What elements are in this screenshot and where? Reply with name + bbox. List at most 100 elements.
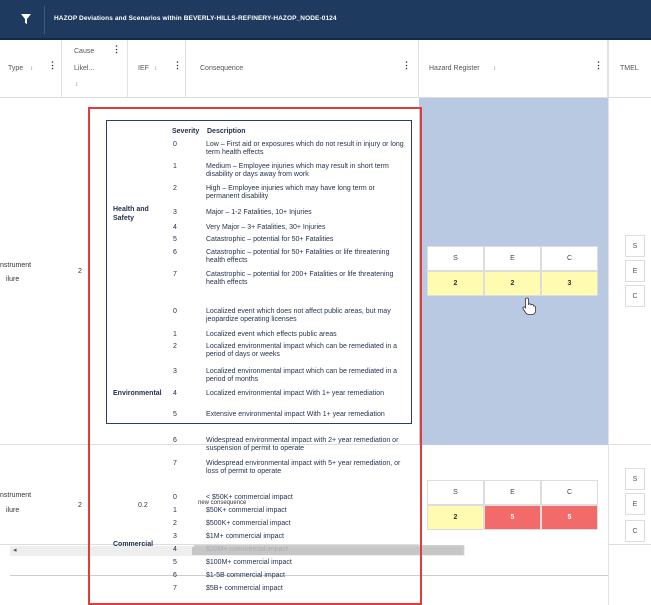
kebab-menu-icon[interactable]: ⋮ — [112, 45, 121, 54]
severity-level: 0 — [173, 308, 177, 315]
severity-description: Catastrophic – potential for 50+ Fatalit… — [206, 249, 390, 264]
tmel-c[interactable]: C — [625, 285, 645, 307]
col-type-label: Type — [8, 65, 24, 72]
type-cell: ilure — [6, 276, 20, 283]
new-consequence-label[interactable]: new consequence — [198, 500, 247, 506]
severity-description: $500K+ commercial impact — [206, 520, 291, 527]
severity-level: 1 — [173, 331, 177, 338]
severity-description: Major – 1-2 Fatalities, 10+ Injuries — [206, 209, 312, 216]
tmel-e[interactable]: E — [625, 493, 645, 515]
tmel-s[interactable]: S — [625, 235, 645, 257]
col-hazard-register-label: Hazard Register — [429, 65, 480, 72]
likelihood-cell: 2 — [78, 502, 82, 509]
row-highlight — [194, 545, 464, 555]
severity-header: Severity — [172, 128, 200, 135]
tmel-c[interactable]: C — [625, 520, 645, 542]
col-likelihood-label: Likel... — [74, 65, 95, 72]
col-ief-label: IEF — [138, 65, 149, 72]
severity-description: Localized event which effects public are… — [206, 331, 337, 338]
type-cell: ilure — [6, 507, 20, 514]
sort-icon[interactable]: ↕ — [493, 66, 496, 72]
severity-description: $50K+ commercial impact — [206, 507, 287, 514]
severity-description: Very Major – 3+ Fatalities, 30+ Injuries — [206, 224, 326, 231]
severity-description: $100M+ commercial impact — [206, 559, 292, 566]
col-hazard-register[interactable]: Hazard Register ↕ ⋮ — [419, 40, 608, 98]
severity-description: Low – First aid or exposures which do no… — [206, 141, 404, 156]
severity-description: $1-5B commercial impact — [206, 572, 285, 579]
hand-cursor-icon — [522, 297, 536, 315]
severity-level: 5 — [173, 236, 177, 243]
hazard-header-c: C — [541, 480, 598, 505]
hazard-value-s[interactable]: 2 — [427, 505, 484, 530]
hazard-matrix[interactable]: S E C 2 5 5 — [427, 480, 598, 530]
col-cause-likelihood[interactable]: Cause ⋮ Likel... ↕ — [62, 40, 128, 98]
severity-description: Localized environmental impact With 1+ y… — [206, 390, 385, 397]
severity-description: Extensive environmental impact With 1+ y… — [206, 411, 385, 418]
hazard-header-c: C — [541, 246, 598, 271]
col-type[interactable]: Type ↕ ⋮ — [0, 40, 62, 98]
severity-level: 4 — [173, 390, 177, 397]
severity-level: 7 — [173, 271, 177, 278]
kebab-menu-icon[interactable]: ⋮ — [594, 61, 603, 70]
severity-level: 3 — [173, 368, 177, 375]
sort-icon[interactable]: ↕ — [75, 82, 78, 88]
severity-level: 1 — [173, 507, 177, 514]
hazard-value-s[interactable]: 2 — [427, 271, 484, 296]
category-commercial: Commercial — [113, 541, 154, 548]
ief-cell: 0.2 — [138, 502, 148, 509]
col-consequence[interactable]: Consequence ⋮ — [186, 40, 419, 98]
hazard-value-e[interactable]: 5 — [484, 505, 541, 530]
page-title: HAZOP Deviations and Scenarios within BE… — [54, 15, 337, 22]
severity-level: 6 — [173, 437, 177, 444]
severity-description: $1M+ commercial impact — [206, 533, 284, 540]
title-bar: HAZOP Deviations and Scenarios within BE… — [0, 0, 651, 40]
severity-level: 2 — [173, 343, 177, 350]
kebab-menu-icon[interactable]: ⋮ — [173, 61, 182, 70]
severity-description: Localized event which does not affect pu… — [206, 308, 391, 323]
severity-level: 3 — [173, 209, 177, 216]
severity-level: 2 — [173, 520, 177, 527]
hazard-header-s: S — [427, 246, 484, 271]
severity-description: Widespread environmental impact with 2+ … — [206, 437, 399, 452]
col-cause-label: Cause — [74, 48, 95, 55]
hazard-matrix[interactable]: S E C 2 2 3 — [427, 246, 598, 296]
sort-icon[interactable]: ↕ — [154, 66, 157, 72]
hazard-header-s: S — [427, 480, 484, 505]
severity-level: 7 — [173, 585, 177, 592]
category-label: Health and — [113, 206, 149, 213]
severity-description: Catastrophic – potential for 50+ Fatalit… — [206, 236, 334, 243]
severity-level: 7 — [173, 460, 177, 467]
description-header: Description — [207, 128, 246, 135]
hazard-value-c[interactable]: 5 — [541, 505, 598, 530]
likelihood-cell: 2 — [78, 268, 82, 275]
severity-level: 2 — [173, 185, 177, 192]
hazard-header-e: E — [484, 480, 541, 505]
severity-level: 4 — [173, 546, 177, 553]
severity-description: $5B+ commercial impact — [206, 585, 283, 592]
type-cell: nstrument — [0, 262, 32, 269]
severity-description: Localized environmental impact which can… — [206, 343, 398, 358]
kebab-menu-icon[interactable]: ⋮ — [48, 61, 57, 70]
table-header: Type ↕ ⋮ Cause ⋮ Likel... ↕ IEF ↕ ⋮ Cons… — [0, 40, 651, 98]
col-ief[interactable]: IEF ↕ ⋮ — [128, 40, 186, 98]
hazard-value-e[interactable]: 2 — [484, 271, 541, 296]
category-health-safety: Health and Safety — [113, 205, 149, 223]
severity-level: 3 — [173, 533, 177, 540]
category-label: Safety — [113, 215, 135, 222]
titlebar-divider — [44, 6, 45, 34]
severity-description: High – Employee injuries which may have … — [206, 185, 375, 200]
kebab-menu-icon[interactable]: ⋮ — [402, 61, 411, 70]
hazard-value-c[interactable]: 3 — [541, 271, 598, 296]
severity-description: Medium – Employee injuries which may res… — [206, 163, 389, 178]
hazard-header-e: E — [484, 246, 541, 271]
scroll-left-icon[interactable]: ◂ — [13, 546, 17, 554]
filter-icon[interactable] — [19, 12, 33, 26]
severity-level: 4 — [173, 224, 177, 231]
sort-icon[interactable]: ↕ — [30, 66, 33, 72]
col-consequence-label: Consequence — [200, 65, 244, 72]
severity-level: 5 — [173, 411, 177, 418]
tmel-s[interactable]: S — [625, 468, 645, 490]
tmel-e[interactable]: E — [625, 260, 645, 282]
severity-level: 5 — [173, 559, 177, 566]
severity-level: 6 — [173, 249, 177, 256]
